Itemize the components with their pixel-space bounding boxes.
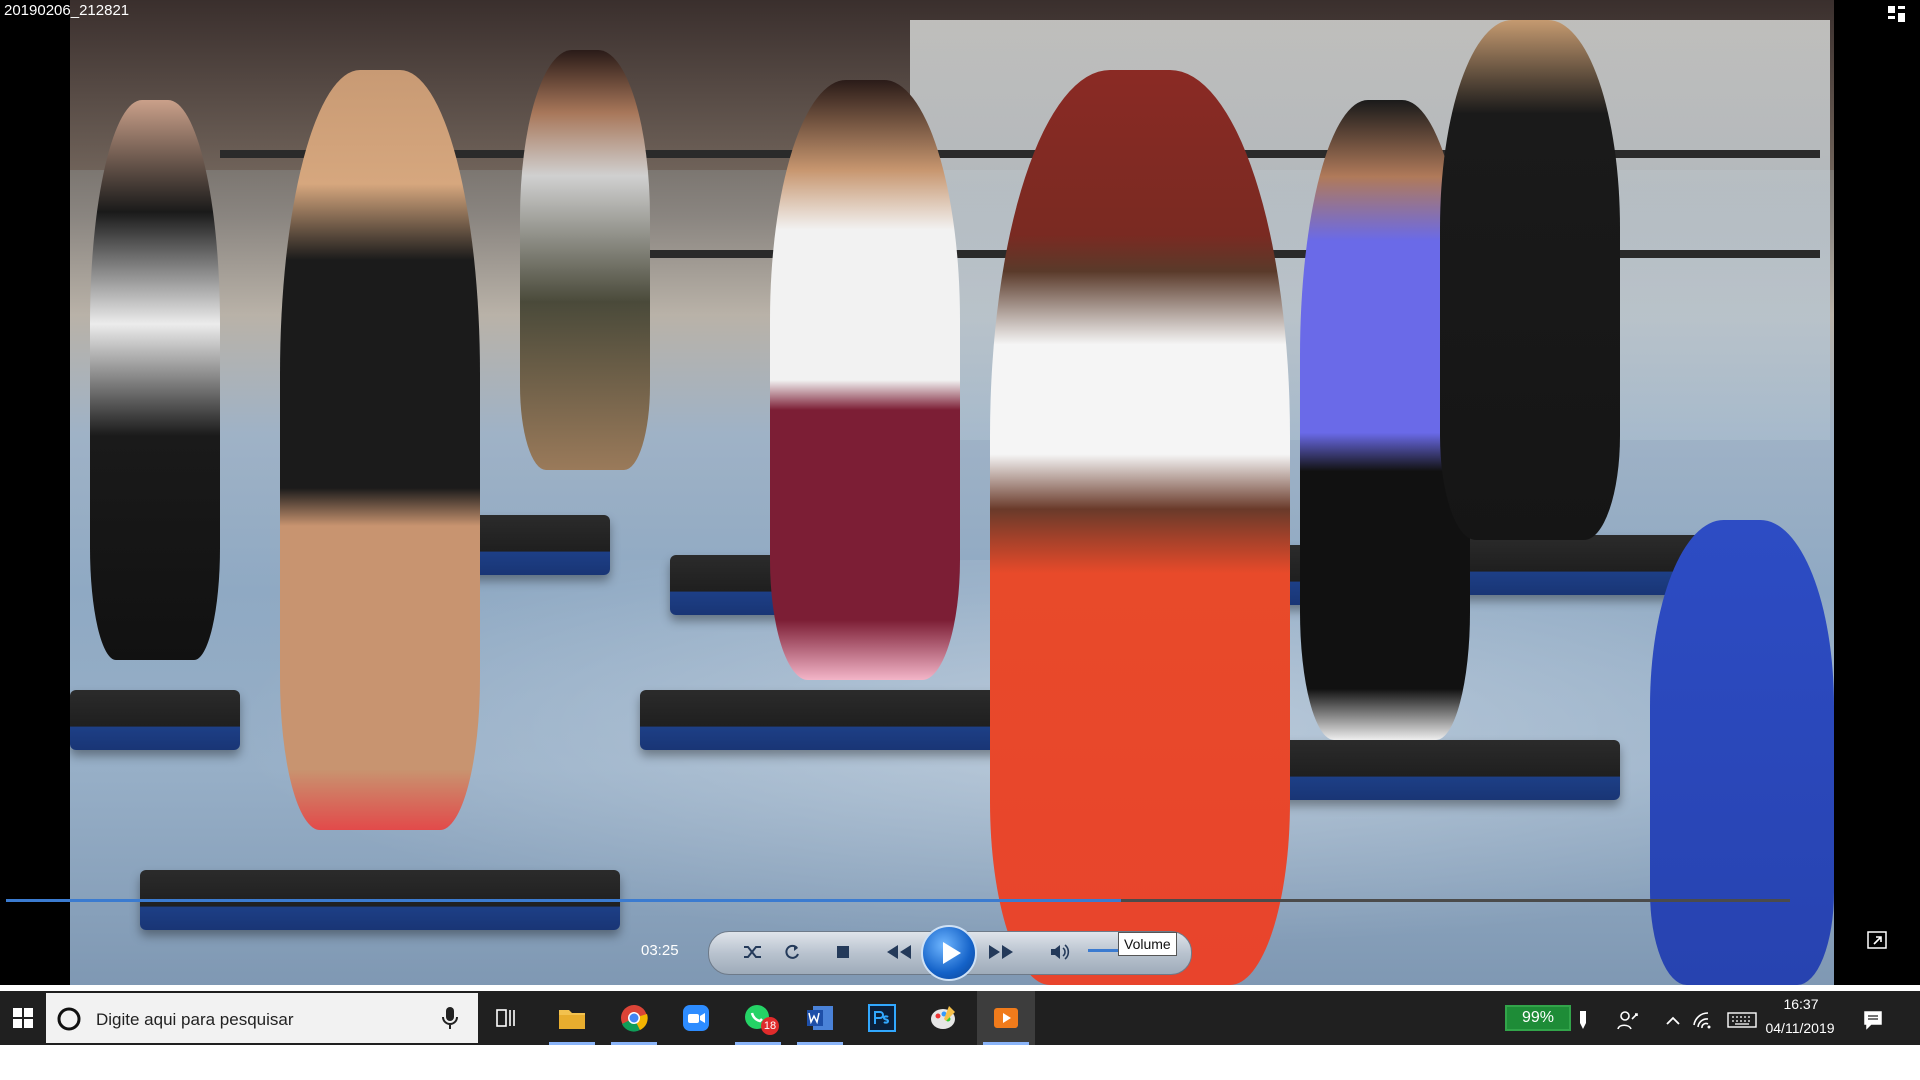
wifi-icon[interactable] bbox=[1690, 1008, 1716, 1032]
task-view-icon[interactable] bbox=[478, 991, 536, 1045]
seek-bar-progress bbox=[6, 899, 1121, 902]
dancer bbox=[770, 80, 960, 680]
fast-forward-icon[interactable] bbox=[980, 936, 1022, 968]
seek-bar[interactable] bbox=[6, 899, 1790, 902]
step-platform bbox=[640, 690, 1010, 750]
windows-logo-icon bbox=[13, 1008, 33, 1028]
rewind-icon[interactable] bbox=[878, 936, 920, 968]
windows-start-button[interactable] bbox=[0, 991, 46, 1045]
chevron-up-icon[interactable] bbox=[1660, 1008, 1686, 1032]
pen-icon[interactable] bbox=[1570, 1008, 1596, 1032]
shuffle-icon[interactable] bbox=[737, 936, 769, 968]
notification-center-icon[interactable] bbox=[1860, 1008, 1886, 1032]
photoshop-icon[interactable] bbox=[853, 991, 911, 1045]
people-icon[interactable] bbox=[1615, 1008, 1641, 1032]
play-icon bbox=[943, 942, 961, 964]
dancer bbox=[990, 70, 1290, 985]
word-icon[interactable] bbox=[791, 991, 849, 1045]
dancer bbox=[1440, 20, 1620, 540]
window-title: 20190206_212821 bbox=[4, 2, 130, 19]
battery-indicator[interactable]: 99% bbox=[1505, 1005, 1571, 1031]
video-frame[interactable] bbox=[70, 0, 1834, 985]
search-placeholder: Digite aqui para pesquisar bbox=[96, 1010, 294, 1029]
notification-badge: 18 bbox=[761, 1017, 779, 1035]
keyboard-icon[interactable] bbox=[1726, 1008, 1758, 1032]
clock-date[interactable]: 04/11/2019 bbox=[1760, 1020, 1840, 1036]
paint-icon[interactable] bbox=[915, 991, 973, 1045]
zoom-icon[interactable] bbox=[667, 991, 725, 1045]
media-player-icon[interactable] bbox=[977, 991, 1035, 1045]
stop-icon[interactable] bbox=[827, 936, 859, 968]
repeat-icon[interactable] bbox=[776, 936, 808, 968]
chrome-icon[interactable] bbox=[605, 991, 663, 1045]
play-button[interactable] bbox=[921, 925, 977, 981]
dancer bbox=[90, 100, 220, 660]
step-platform bbox=[70, 690, 240, 750]
volume-tooltip: Volume bbox=[1118, 932, 1177, 956]
compact-view-icon[interactable] bbox=[1886, 4, 1908, 24]
microphone-icon[interactable] bbox=[440, 1005, 460, 1031]
fullscreen-icon[interactable] bbox=[1866, 930, 1888, 950]
whatsapp-icon[interactable]: 18 bbox=[729, 991, 787, 1045]
elapsed-time: 03:25 bbox=[641, 942, 679, 959]
video-player[interactable]: 20190206_212821 03:25 Volume bbox=[0, 0, 1920, 985]
cortana-icon bbox=[56, 1006, 82, 1032]
dancer bbox=[520, 50, 650, 470]
clock-time[interactable]: 16:37 bbox=[1766, 996, 1836, 1012]
file-explorer-icon[interactable] bbox=[543, 991, 601, 1045]
dancer bbox=[280, 70, 480, 830]
speaker-icon[interactable] bbox=[1044, 936, 1076, 968]
dancer bbox=[1650, 520, 1834, 985]
